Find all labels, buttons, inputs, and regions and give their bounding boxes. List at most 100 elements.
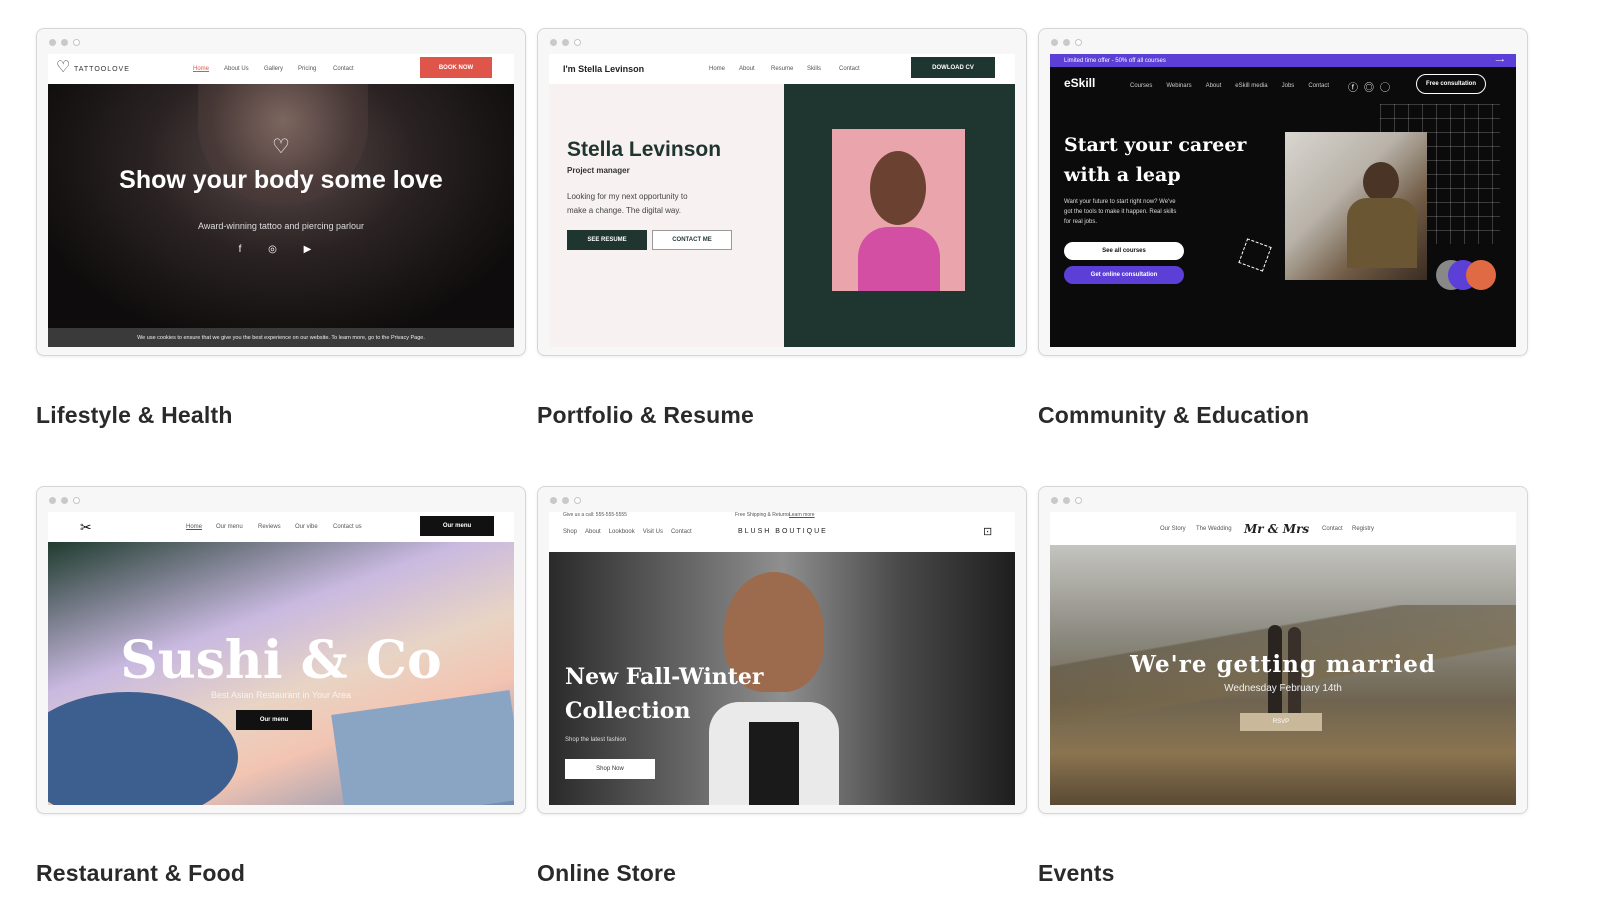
download-cv-button: DOWLOAD CV: [911, 57, 995, 78]
preview-nav: Shop About Lookbook Visit Us Contact: [563, 529, 692, 535]
logo-text: BLUSH BOUTIQUE: [738, 528, 828, 535]
portrait-image: [832, 129, 965, 291]
shopping-bag-icon: ⊡: [983, 526, 993, 538]
nav-item: Contact: [839, 66, 860, 72]
chopsticks-logo-icon: ✂: [80, 518, 92, 535]
preview-nav: Our Story The Wedding Mr & Mrs Contact R…: [1050, 512, 1516, 545]
nav-item: About Us: [224, 66, 249, 72]
window-dots: [550, 497, 581, 504]
hero-image: Sushi & Co Best Asian Restaurant in Your…: [48, 542, 514, 805]
person-role: Project manager: [567, 166, 630, 175]
category-label[interactable]: Online Store: [537, 860, 676, 887]
hero-headline: Sushi & Co: [120, 630, 442, 691]
preview-header: Give us a call: 555-555-5555 Free Shippi…: [549, 512, 1015, 552]
logo-text: eSkill: [1064, 76, 1096, 90]
preview-nav: ✂ Home Our menu Reviews Our vibe Contact…: [48, 512, 514, 542]
template-preview[interactable]: ♡ TATTOOLOVE Home About Us Gallery Prici…: [36, 28, 526, 356]
nav-item: Courses: [1130, 83, 1153, 89]
preview-screen: I'm Stella Levinson Home About Resume Sk…: [549, 54, 1015, 347]
window-dots: [49, 39, 80, 46]
category-label[interactable]: Portfolio & Resume: [537, 402, 754, 429]
nav-item: Home: [193, 66, 210, 72]
window-dots: [1051, 39, 1082, 46]
photo-panel: [784, 84, 1015, 347]
heart-wings-icon: ♡: [272, 136, 290, 158]
hero-image: New Fall-Winter Collection Shop the late…: [549, 552, 1015, 805]
hero-body: Want your future to start right now? We'…: [1064, 199, 1176, 205]
wings-logo-icon: ♡: [56, 59, 71, 76]
hero-image: We're getting married Wednesday February…: [1050, 545, 1516, 805]
template-preview[interactable]: Limited time offer - 50% off all courses…: [1038, 28, 1528, 356]
logo-text: I'm Stella Levinson: [563, 64, 645, 74]
hero-headline: New Fall-Winter: [565, 664, 764, 690]
cookie-banner: We use cookies to ensure that we give yo…: [48, 328, 514, 347]
see-resume-button: SEE RESUME: [567, 230, 647, 250]
free-consultation-button: Free consultation: [1416, 74, 1486, 94]
category-label[interactable]: Restaurant & Food: [36, 860, 245, 887]
nav-item: Contact us: [333, 524, 362, 530]
nav-item: About: [585, 529, 601, 535]
window-dots: [550, 39, 581, 46]
hero-headline: Show your body some love: [119, 166, 443, 194]
offer-text: Limited time offer - 50% off all courses: [1064, 57, 1166, 64]
preview-nav: I'm Stella Levinson Home About Resume Sk…: [549, 54, 1015, 84]
nav-item: Resume: [771, 66, 794, 72]
template-preview[interactable]: Our Story The Wedding Mr & Mrs Contact R…: [1038, 486, 1528, 814]
online-consultation-button: Get online consultation: [1064, 266, 1184, 284]
hero-image: ♡ Show your body some love Award-winning…: [48, 84, 514, 328]
category-label[interactable]: Lifestyle & Health: [36, 402, 233, 429]
hero-headline: with a leap: [1064, 164, 1181, 186]
nav-item: Contact: [1322, 525, 1343, 532]
window-dots: [1051, 497, 1082, 504]
nav-item: Skills: [807, 66, 822, 72]
intro-panel: Stella Levinson Project manager Looking …: [549, 84, 784, 347]
learn-more-link: Learn more: [789, 512, 815, 518]
nav-item: Our Story: [1160, 525, 1186, 532]
window-dots: [49, 497, 80, 504]
nav-item: Our menu: [216, 524, 243, 530]
nav-item: Contact: [333, 66, 354, 72]
hero-subtitle: Shop the latest fashion: [565, 737, 627, 743]
book-now-button: BOOK NOW: [420, 57, 492, 78]
nav-item: Jobs: [1281, 83, 1295, 89]
phone-text: Give us a call: 555-555-5555: [563, 512, 627, 518]
category-label[interactable]: Events: [1038, 860, 1115, 887]
nav-item: Registry: [1352, 525, 1375, 532]
nav-item: Gallery: [264, 66, 284, 72]
nav-item: Shop: [563, 529, 578, 535]
hero-headline: We're getting married: [1130, 651, 1436, 678]
template-preview[interactable]: I'm Stella Levinson Home About Resume Sk…: [537, 28, 1027, 356]
template-preview[interactable]: ✂ Home Our menu Reviews Our vibe Contact…: [36, 486, 526, 814]
our-menu-nav-button: Our menu: [420, 516, 494, 536]
preview-screen: Give us a call: 555-555-5555 Free Shippi…: [549, 512, 1015, 805]
arrow-right-icon: ⟶: [1495, 58, 1504, 64]
preview-screen: Our Story The Wedding Mr & Mrs Contact R…: [1050, 512, 1516, 805]
circle-decoration: [1466, 260, 1496, 290]
hero-body: got the tools to make it happen. Real sk…: [1064, 209, 1177, 215]
nav-item: About: [739, 66, 755, 72]
nav-item: Contact: [670, 529, 692, 535]
preview-screen: ✂ Home Our menu Reviews Our vibe Contact…: [48, 512, 514, 805]
nav-item: Webinars: [1166, 83, 1192, 89]
category-label[interactable]: Community & Education: [1038, 402, 1309, 429]
template-preview[interactable]: Give us a call: 555-555-5555 Free Shippi…: [537, 486, 1027, 814]
offer-bar: Limited time offer - 50% off all courses…: [1050, 54, 1516, 67]
person-name: Stella Levinson: [567, 138, 722, 161]
social-icons: ⓕ◎◯: [1348, 83, 1396, 94]
hero-body: for real jobs.: [1064, 219, 1098, 225]
preview-screen: Limited time offer - 50% off all courses…: [1050, 54, 1516, 347]
preview-screen: ♡ TATTOOLOVE Home About Us Gallery Prici…: [48, 54, 514, 347]
nav-item: The Wedding: [1196, 525, 1232, 532]
nav-item: Reviews: [258, 524, 281, 530]
hero-subtitle: Best Asian Restaurant in Your Area: [210, 690, 352, 700]
preview-nav: ♡ TATTOOLOVE Home About Us Gallery Prici…: [48, 54, 514, 84]
nav-item: Pricing: [298, 66, 317, 72]
monogram-logo: Mr & Mrs: [1244, 521, 1310, 536]
rsvp-button: RSVP: [1240, 713, 1322, 731]
our-menu-button: Our menu: [236, 710, 312, 730]
social-icons: f ◎ ▶: [238, 244, 324, 255]
hero-headline: Collection: [565, 698, 691, 724]
shop-now-button: Shop Now: [565, 759, 655, 779]
shipping-text: Free Shipping & Returns: [735, 512, 790, 518]
nav-item: Visit Us: [642, 529, 663, 535]
